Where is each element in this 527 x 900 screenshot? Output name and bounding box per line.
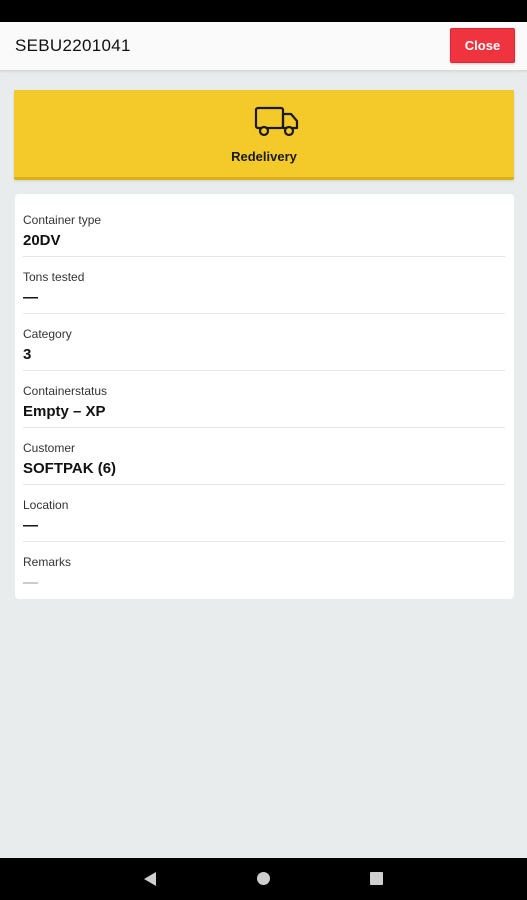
detail-value: —: [23, 517, 38, 534]
back-triangle-icon[interactable]: [144, 872, 156, 886]
container-details-card: Container type 20DV Tons tested — Catego…: [15, 194, 514, 599]
app-bar: SEBU2201041 Close: [0, 22, 527, 71]
truck-icon: [254, 106, 299, 137]
detail-row-customer: Customer SOFTPAK (6): [23, 428, 505, 485]
detail-label: Category: [23, 327, 72, 341]
page-title: SEBU2201041: [15, 36, 131, 55]
detail-row-location: Location —: [23, 485, 505, 542]
home-circle-icon[interactable]: [257, 872, 270, 885]
detail-value: 20DV: [23, 232, 61, 249]
detail-label: Location: [23, 498, 69, 512]
recents-square-icon[interactable]: [370, 872, 383, 885]
detail-row-containerstatus: Containerstatus Empty – XP: [23, 371, 505, 428]
detail-value: 3: [23, 346, 32, 363]
detail-value: Empty – XP: [23, 403, 106, 420]
detail-label: Customer: [23, 441, 76, 455]
detail-value: —: [23, 574, 38, 591]
close-button[interactable]: Close: [450, 28, 515, 63]
detail-value: —: [23, 289, 38, 306]
redelivery-button[interactable]: Redelivery: [14, 90, 514, 180]
detail-row-container-type: Container type 20DV: [23, 200, 505, 257]
redelivery-label: Redelivery: [231, 149, 297, 164]
detail-label: Tons tested: [23, 270, 85, 284]
detail-label: Container type: [23, 213, 102, 227]
detail-value: SOFTPAK (6): [23, 460, 117, 477]
detail-row-remarks: Remarks —: [23, 542, 505, 599]
detail-row-tons-tested: Tons tested —: [23, 257, 505, 314]
detail-label: Containerstatus: [23, 384, 108, 398]
detail-label: Remarks: [23, 555, 72, 569]
status-bar: [0, 0, 527, 22]
system-nav-bar: [0, 858, 527, 900]
detail-row-category: Category 3: [23, 314, 505, 371]
